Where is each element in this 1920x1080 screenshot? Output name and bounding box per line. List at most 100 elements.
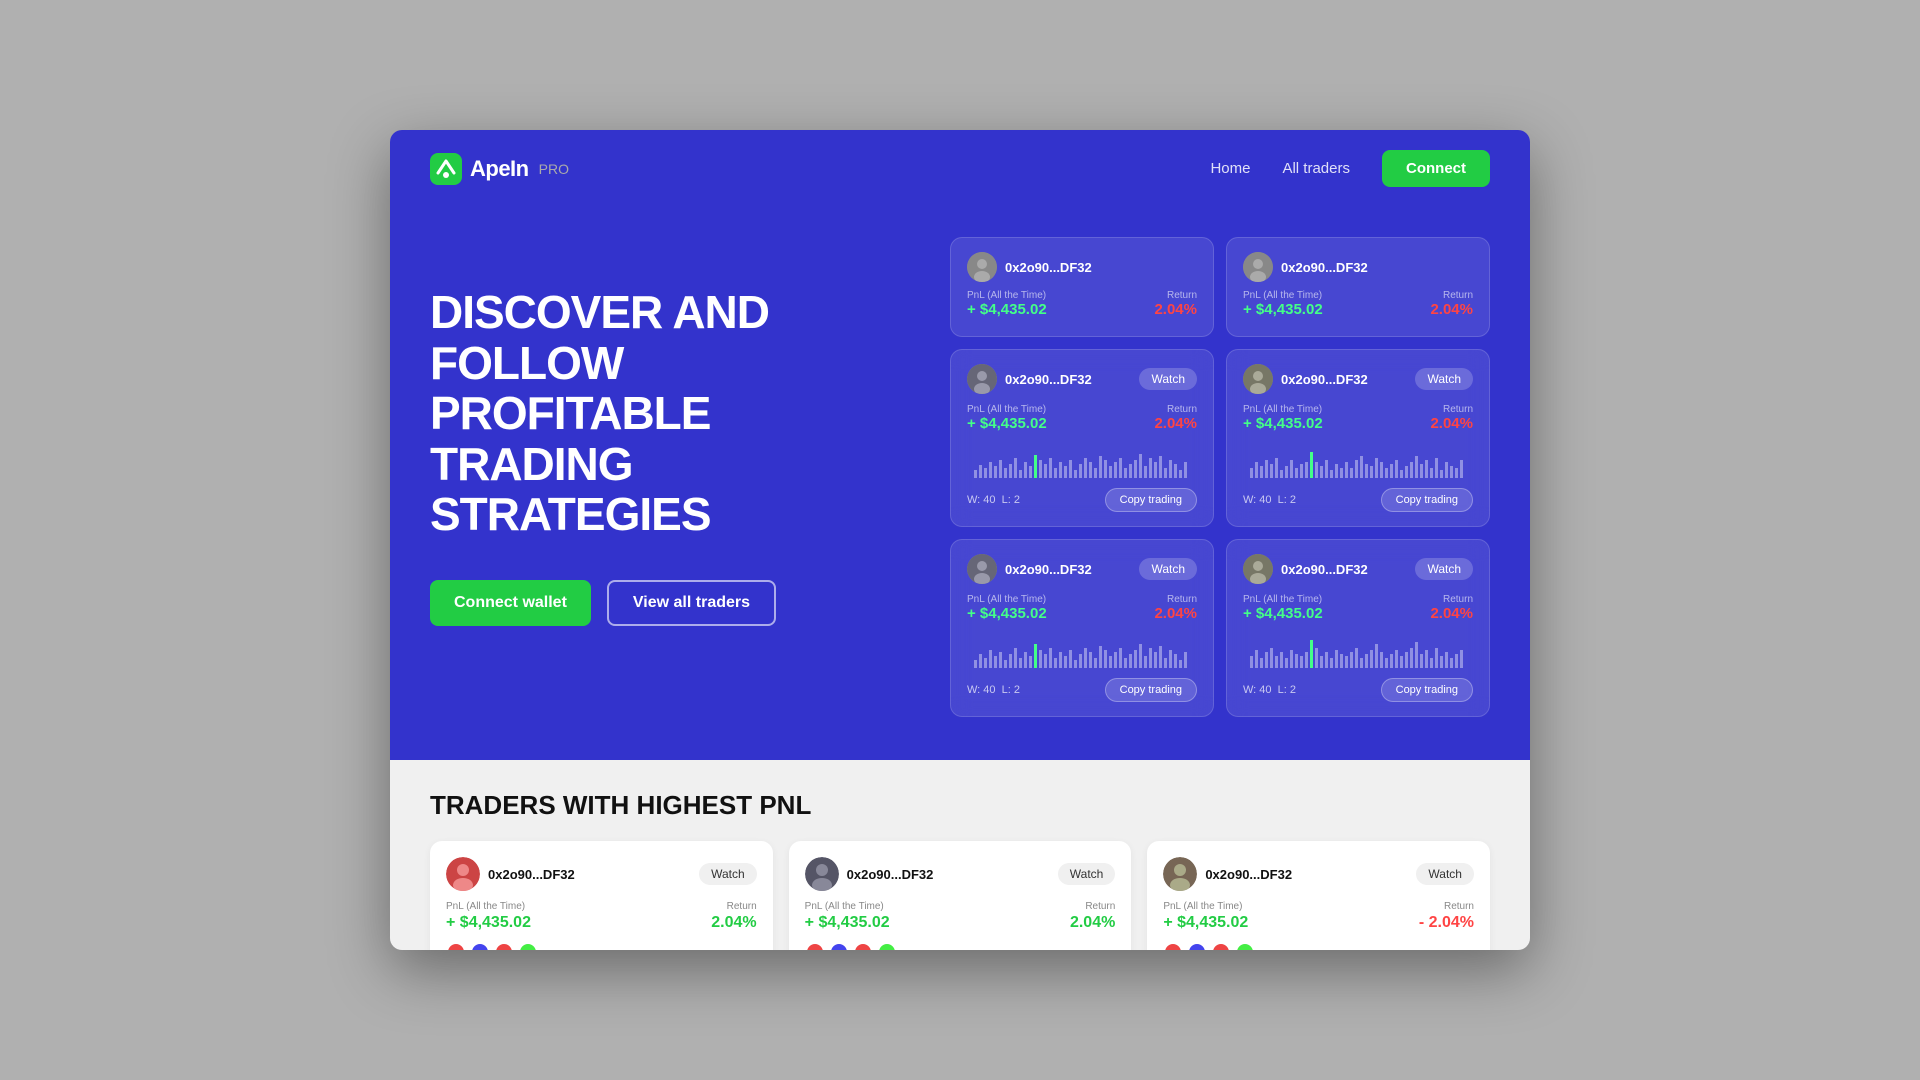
card3-watch-button[interactable]: Watch bbox=[1139, 558, 1197, 580]
view-all-traders-button[interactable]: View all traders bbox=[607, 580, 776, 626]
trader-info-2: 0x2o90...DF32 bbox=[1243, 364, 1368, 394]
bottom-card3-return-value: - 2.04% bbox=[1419, 914, 1474, 932]
bottom-card3-return-label: Return bbox=[1419, 901, 1474, 912]
token-icon-11 bbox=[1211, 942, 1231, 950]
trader-info-4: 0x2o90...DF32 bbox=[1243, 554, 1368, 584]
card4-return-label: Return bbox=[1430, 594, 1473, 605]
navbar: ApeIn PRO Home All traders Connect bbox=[390, 130, 1530, 207]
bottom-card1-return-label: Return bbox=[711, 901, 756, 912]
hero-left: DISCOVER AND FOLLOW PROFITABLE TRADING S… bbox=[430, 227, 910, 626]
bottom-card2-name: 0x2o90...DF32 bbox=[847, 867, 934, 882]
card2-pnl-label: PnL (All the Time) bbox=[1243, 404, 1323, 415]
card3-trader-name: 0x2o90...DF32 bbox=[1005, 562, 1092, 577]
bottom-card3-name: 0x2o90...DF32 bbox=[1205, 867, 1292, 882]
token-icon-9 bbox=[1163, 942, 1183, 950]
bottom-card3-tokens bbox=[1163, 942, 1474, 950]
bottom-section: TRADERS WITH HIGHEST PNL 0x2o90...DF32 W… bbox=[390, 760, 1530, 950]
card2-copy-button[interactable]: Copy trading bbox=[1381, 488, 1473, 512]
card1-return-label: Return bbox=[1154, 404, 1197, 415]
token-icon-5 bbox=[805, 942, 825, 950]
bottom-card1-return-value: 2.04% bbox=[711, 914, 756, 932]
card4-pnl-value: + $4,435.02 bbox=[1243, 605, 1323, 622]
trader-card-4: 0x2o90...DF32 Watch PnL (All the Time) +… bbox=[1226, 539, 1490, 717]
nav-links: Home All traders Connect bbox=[1210, 150, 1490, 187]
token-icon-12 bbox=[1235, 942, 1255, 950]
nav-all-traders[interactable]: All traders bbox=[1282, 160, 1350, 177]
card4-pnl-label: PnL (All the Time) bbox=[1243, 594, 1323, 605]
card2-trader-name: 0x2o90...DF32 bbox=[1281, 372, 1368, 387]
bottom-avatar-2 bbox=[805, 857, 839, 891]
logo-pro-text: PRO bbox=[539, 161, 569, 177]
bottom-card1-name: 0x2o90...DF32 bbox=[488, 867, 575, 882]
avatar-3 bbox=[967, 554, 997, 584]
trader-info-1: 0x2o90...DF32 bbox=[967, 364, 1092, 394]
card1-pnl-label: PnL (All the Time) bbox=[967, 404, 1047, 415]
bottom-trader-info-1: 0x2o90...DF32 bbox=[446, 857, 575, 891]
hero-cards-grid: 0x2o90...DF32 PnL (All the Time) + $4,43… bbox=[950, 227, 1490, 717]
card2-watch-button[interactable]: Watch bbox=[1415, 368, 1473, 390]
card2-wl-stats: W: 40 L: 2 bbox=[1243, 494, 1296, 506]
bottom-card2-watch-button[interactable]: Watch bbox=[1058, 863, 1116, 885]
avatar-4 bbox=[1243, 554, 1273, 584]
bottom-trader-info-2: 0x2o90...DF32 bbox=[805, 857, 934, 891]
card1-copy-button[interactable]: Copy trading bbox=[1105, 488, 1197, 512]
token-icon-10 bbox=[1187, 942, 1207, 950]
bottom-card2-return-label: Return bbox=[1070, 901, 1115, 912]
card1-return-value: 2.04% bbox=[1154, 415, 1197, 432]
token-icon-6 bbox=[829, 942, 849, 950]
bottom-avatar-3 bbox=[1163, 857, 1197, 891]
hero-content: DISCOVER AND FOLLOW PROFITABLE TRADING S… bbox=[390, 207, 1530, 757]
card4-copy-button[interactable]: Copy trading bbox=[1381, 678, 1473, 702]
card4-wl-stats: W: 40 L: 2 bbox=[1243, 684, 1296, 696]
avatar-1 bbox=[967, 364, 997, 394]
bottom-card2-return-value: 2.04% bbox=[1070, 914, 1115, 932]
card2-pnl-value: + $4,435.02 bbox=[1243, 415, 1323, 432]
card4-return-value: 2.04% bbox=[1430, 605, 1473, 622]
token-icon-4 bbox=[518, 942, 538, 950]
bottom-card-3: 0x2o90...DF32 Watch PnL (All the Time) +… bbox=[1147, 841, 1490, 950]
nav-home[interactable]: Home bbox=[1210, 160, 1250, 177]
card3-return-label: Return bbox=[1154, 594, 1197, 605]
card3-pnl-value: + $4,435.02 bbox=[967, 605, 1047, 622]
card1-pnl-value: + $4,435.02 bbox=[967, 415, 1047, 432]
bottom-card1-pnl-value: + $4,435.02 bbox=[446, 914, 531, 932]
token-icon-3 bbox=[494, 942, 514, 950]
card1-trader-name: 0x2o90...DF32 bbox=[1005, 372, 1092, 387]
trader-info-3: 0x2o90...DF32 bbox=[967, 554, 1092, 584]
card4-watch-button[interactable]: Watch bbox=[1415, 558, 1473, 580]
card3-chart bbox=[967, 630, 1197, 670]
partial-card-top-left: 0x2o90...DF32 PnL (All the Time) + $4,43… bbox=[950, 237, 1214, 337]
bottom-cards-grid: 0x2o90...DF32 Watch PnL (All the Time) +… bbox=[430, 841, 1490, 950]
card2-return-value: 2.04% bbox=[1430, 415, 1473, 432]
hero-buttons: Connect wallet View all traders bbox=[430, 580, 910, 626]
hero-title: DISCOVER AND FOLLOW PROFITABLE TRADING S… bbox=[430, 287, 910, 540]
bottom-card-1: 0x2o90...DF32 Watch PnL (All the Time) +… bbox=[430, 841, 773, 950]
trader-name-partial-2: 0x2o90...DF32 bbox=[1281, 260, 1368, 275]
card2-chart bbox=[1243, 440, 1473, 480]
token-icon-7 bbox=[853, 942, 873, 950]
bottom-trader-info-3: 0x2o90...DF32 bbox=[1163, 857, 1292, 891]
bottom-card2-pnl-value: + $4,435.02 bbox=[805, 914, 890, 932]
bottom-card2-tokens bbox=[805, 942, 1116, 950]
nav-connect-button[interactable]: Connect bbox=[1382, 150, 1490, 187]
bottom-card2-pnl-label: PnL (All the Time) bbox=[805, 901, 890, 912]
card1-wl-stats: W: 40 L: 2 bbox=[967, 494, 1020, 506]
card1-watch-button[interactable]: Watch bbox=[1139, 368, 1197, 390]
bottom-avatar-1 bbox=[446, 857, 480, 891]
card4-trader-name: 0x2o90...DF32 bbox=[1281, 562, 1368, 577]
logo-text: ApeIn bbox=[470, 156, 529, 182]
token-icon-8 bbox=[877, 942, 897, 950]
bottom-card-2: 0x2o90...DF32 Watch PnL (All the Time) +… bbox=[789, 841, 1132, 950]
card3-copy-button[interactable]: Copy trading bbox=[1105, 678, 1197, 702]
connect-wallet-button[interactable]: Connect wallet bbox=[430, 580, 591, 626]
card3-wl-stats: W: 40 L: 2 bbox=[967, 684, 1020, 696]
trader-name-partial-1: 0x2o90...DF32 bbox=[1005, 260, 1092, 275]
card2-return-label: Return bbox=[1430, 404, 1473, 415]
bottom-card1-tokens bbox=[446, 942, 757, 950]
logo: ApeIn PRO bbox=[430, 153, 569, 185]
bottom-card1-watch-button[interactable]: Watch bbox=[699, 863, 757, 885]
bottom-card3-watch-button[interactable]: Watch bbox=[1416, 863, 1474, 885]
bottom-section-title: TRADERS WITH HIGHEST PNL bbox=[430, 790, 1490, 821]
token-icon-1 bbox=[446, 942, 466, 950]
trader-card-2: 0x2o90...DF32 Watch PnL (All the Time) +… bbox=[1226, 349, 1490, 527]
